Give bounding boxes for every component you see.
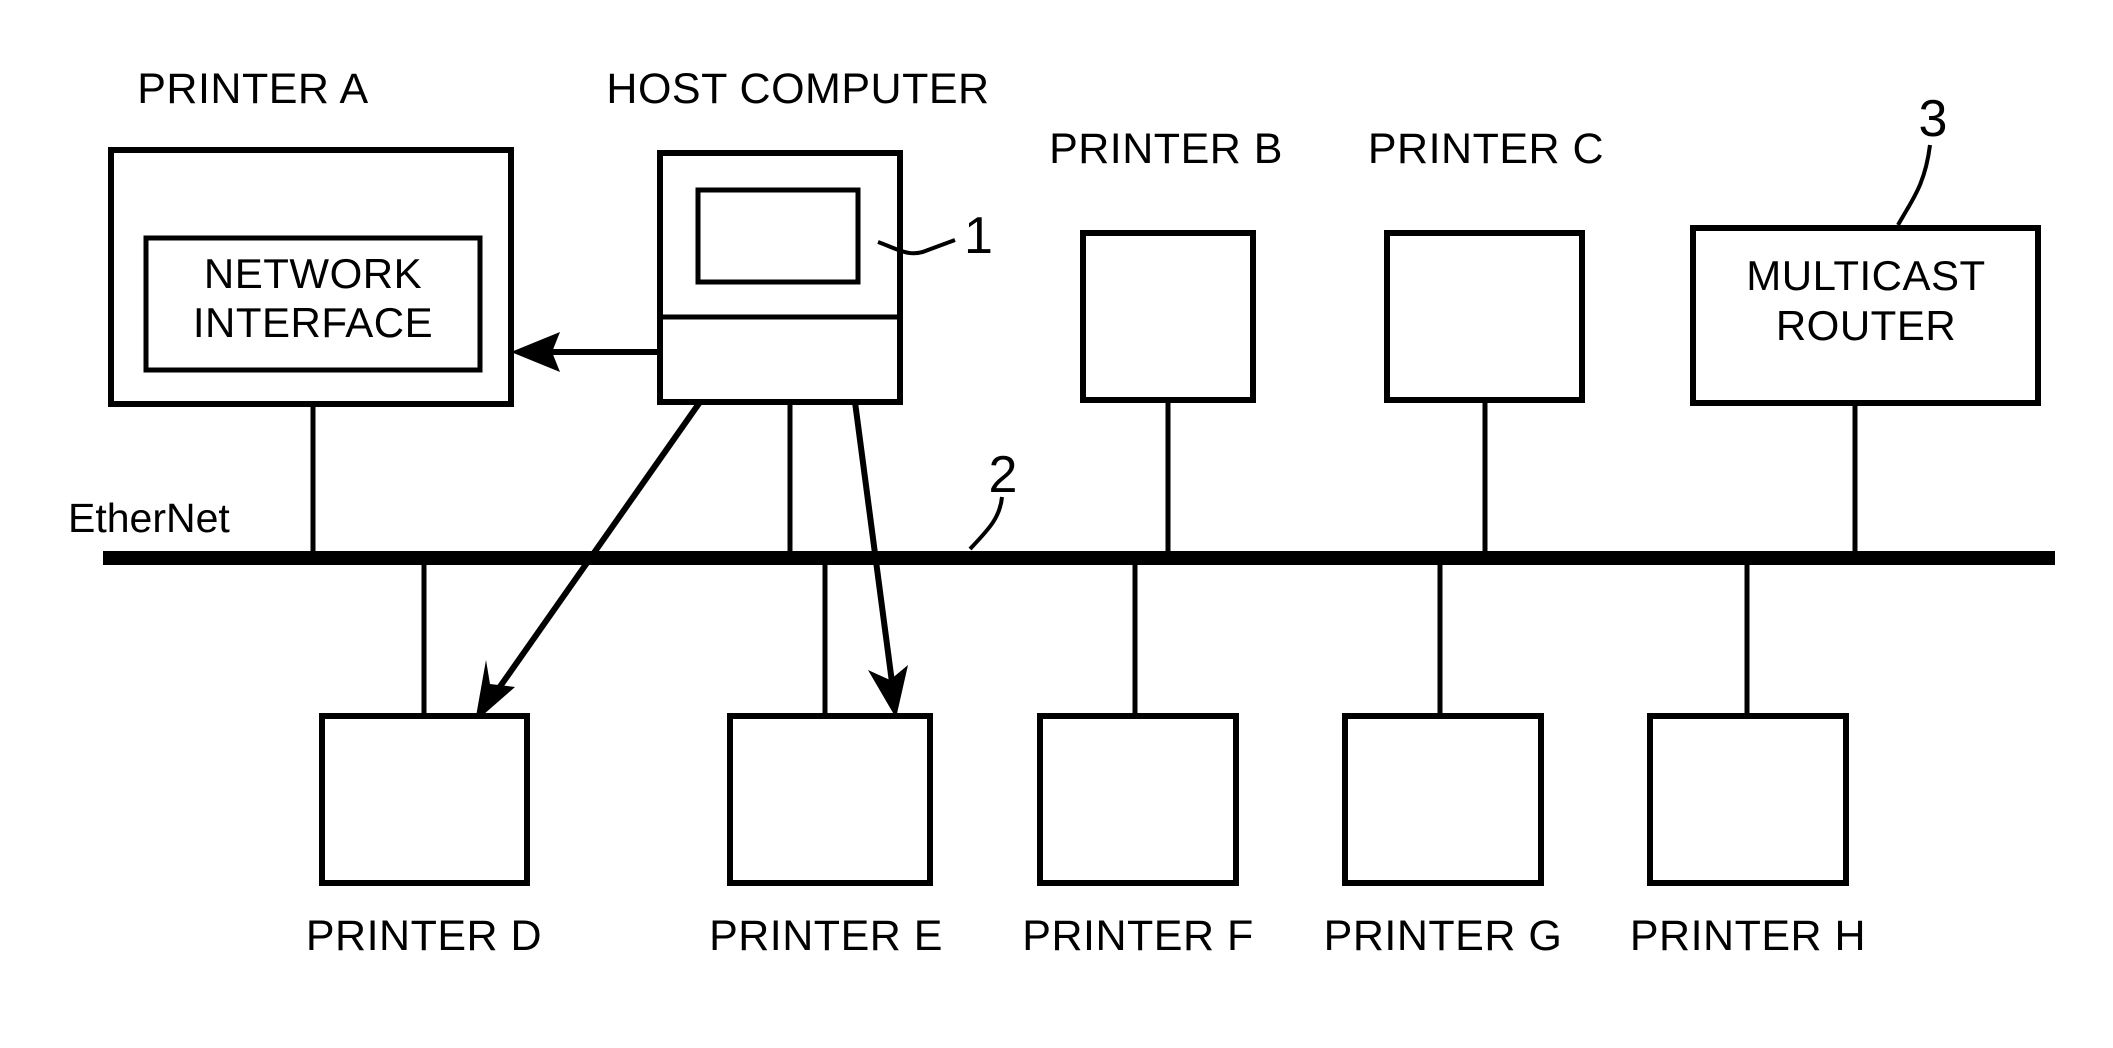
ethernet-bus-leader-line (968, 496, 1004, 551)
reference-numeral-2: 2 (989, 446, 1018, 504)
network-interface-label-line2: INTERFACE (193, 299, 433, 346)
multicast-router-label-line1: MULTICAST (1746, 252, 1985, 299)
printer-g-label: PRINTER G (1324, 912, 1563, 960)
printer-e-label: PRINTER E (709, 912, 943, 960)
diagram-canvas: PRINTER A HOST COMPUTER PRINTER B PRINTE… (0, 0, 2113, 1048)
printer-b-box (1080, 230, 1256, 403)
network-diagram: PRINTER A HOST COMPUTER PRINTER B PRINTE… (68, 65, 2055, 960)
reference-numeral-1: 1 (964, 207, 993, 265)
printer-f-label: PRINTER F (1022, 912, 1253, 960)
printer-e-box (727, 713, 933, 886)
printer-d-label: PRINTER D (306, 912, 542, 960)
arrow-host-to-printer-d-line (489, 400, 703, 700)
multicast-router-label-line2: ROUTER (1776, 302, 1956, 349)
printer-g-box (1342, 713, 1544, 886)
printer-h-box (1647, 713, 1849, 886)
printer-d-box (319, 713, 530, 886)
host-computer-label: HOST COMPUTER (606, 65, 989, 113)
network-interface-label-line1: NETWORK (204, 250, 422, 297)
printer-f-box (1037, 713, 1239, 886)
printer-c-box (1384, 230, 1585, 403)
printer-b-label: PRINTER B (1049, 125, 1283, 173)
printer-c-label: PRINTER C (1368, 125, 1604, 173)
reference-numeral-3: 3 (1919, 90, 1948, 148)
arrow-host-to-printer-e-line (852, 401, 896, 691)
printer-a-label: PRINTER A (137, 65, 369, 113)
printer-h-label: PRINTER H (1630, 912, 1866, 960)
multicast-router-leader-line (1896, 144, 1932, 226)
host-computer-screen (695, 187, 861, 285)
ethernet-bus-label: EtherNet (68, 495, 230, 541)
